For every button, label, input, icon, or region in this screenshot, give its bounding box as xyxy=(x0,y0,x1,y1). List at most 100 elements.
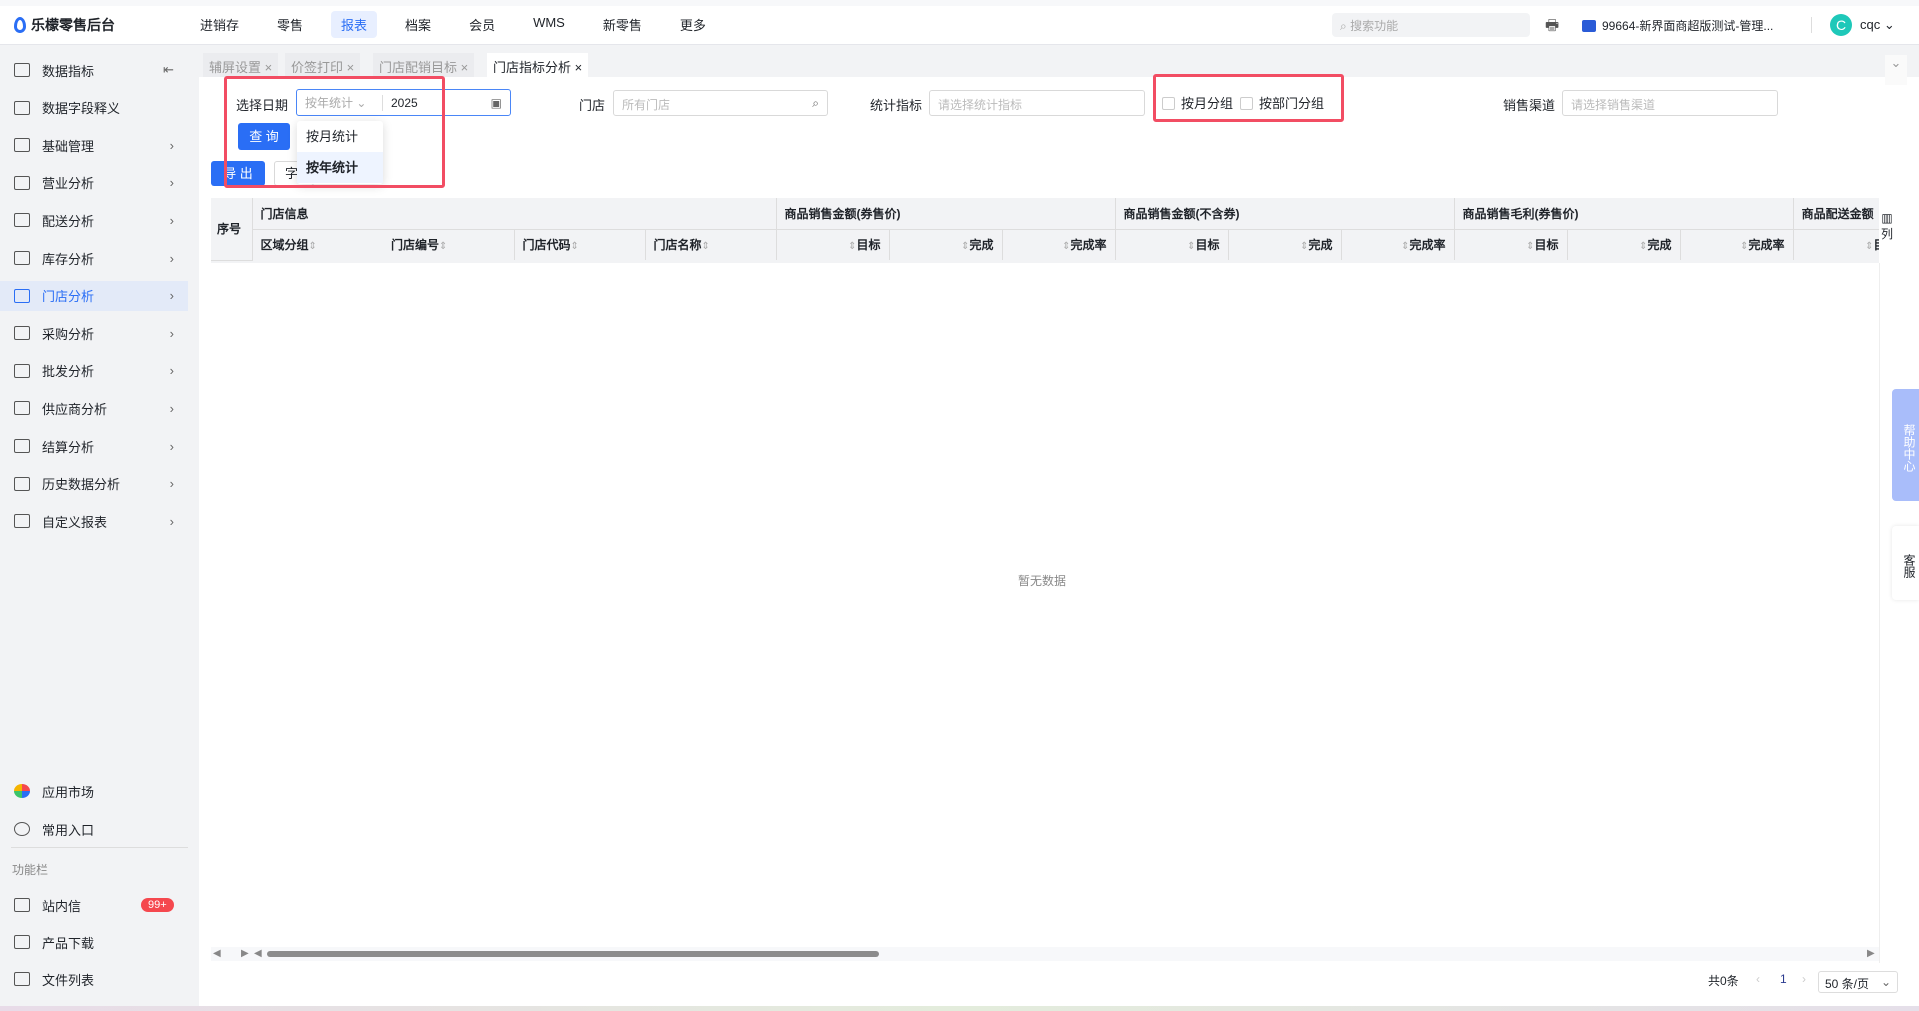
header-cell[interactable]: ⇕完成率 xyxy=(1340,229,1455,260)
calendar-icon[interactable]: ▣ xyxy=(491,96,502,110)
nav-item[interactable]: 档案 xyxy=(395,11,441,38)
sidebar-item[interactable]: 库存分析 › xyxy=(0,243,188,273)
sidebar-item[interactable]: 结算分析 › xyxy=(0,431,188,461)
sort-icon[interactable]: ⇕ xyxy=(1062,241,1070,252)
sort-icon[interactable]: ⇕ xyxy=(1526,241,1534,252)
header-cell[interactable]: ⇕完成 xyxy=(888,229,1003,260)
sidebar-item[interactable]: 数据字段释义 xyxy=(0,93,188,123)
close-icon[interactable]: × xyxy=(457,60,469,75)
org-switcher[interactable]: 99664-新界面商超版测试-管理... xyxy=(1582,17,1773,34)
nav-item[interactable]: 零售 xyxy=(267,11,313,38)
column-settings-button[interactable]: ▥ 列 xyxy=(1879,198,1895,263)
close-icon[interactable]: × xyxy=(571,60,583,75)
close-icon[interactable]: × xyxy=(261,60,273,75)
tab[interactable]: 价签打印 × xyxy=(285,53,361,77)
close-icon[interactable]: × xyxy=(343,60,355,75)
tab[interactable]: 门店配销目标 × xyxy=(373,53,475,77)
sort-icon[interactable]: ⇕ xyxy=(961,241,969,252)
header-cell[interactable]: ⇕目标 xyxy=(1453,229,1568,260)
header-cell[interactable]: 区域分组⇕ xyxy=(252,229,383,260)
chevron-right-icon: › xyxy=(169,250,174,266)
header-cell[interactable]: 门店编号⇕ xyxy=(383,229,514,260)
header-cell[interactable]: 门店代码⇕ xyxy=(513,229,645,260)
app-logo[interactable]: 乐檬零售后台 xyxy=(14,15,115,35)
sidebar-item[interactable]: 营业分析 › xyxy=(0,168,188,198)
menu-icon xyxy=(14,363,30,378)
scroll-right-icon[interactable]: ▶ xyxy=(1867,948,1875,959)
help-center-button[interactable]: 帮助中心 xyxy=(1892,389,1919,501)
metric-input[interactable]: 请选择统计指标 xyxy=(929,90,1145,116)
header-cell[interactable]: ⇕完成 xyxy=(1566,229,1681,260)
header-cell[interactable]: ⇕完成率 xyxy=(1001,229,1116,260)
tab[interactable]: 辅屏设置 × xyxy=(203,53,279,77)
sort-icon[interactable]: ⇕ xyxy=(1401,241,1409,252)
group-by-dept-checkbox[interactable]: 按部门分组 xyxy=(1240,93,1324,112)
collapse-icon[interactable]: ⇤ xyxy=(163,62,174,78)
nav-item[interactable]: 报表 xyxy=(331,11,378,38)
sidebar-item[interactable]: 数据指标 ⇤ xyxy=(0,55,188,85)
sidebar-item[interactable]: 应用市场 xyxy=(0,776,188,806)
tab[interactable]: 门店指标分析 × xyxy=(487,53,589,77)
sort-icon[interactable]: ⇕ xyxy=(1740,241,1748,252)
query-button[interactable]: 查 询 xyxy=(238,123,290,150)
sort-icon[interactable]: ⇕ xyxy=(1300,241,1308,252)
sidebar-item[interactable]: 基础管理 › xyxy=(0,130,188,160)
sidebar-item[interactable]: 历史数据分析 › xyxy=(0,469,188,499)
printer-icon[interactable]: 🖶 xyxy=(1545,15,1559,40)
page-number[interactable]: 1 xyxy=(1780,972,1787,986)
chevron-right-icon: › xyxy=(169,137,174,153)
sidebar-item[interactable]: 批发分析 › xyxy=(0,356,188,386)
header-cell[interactable]: 门店名称⇕ xyxy=(644,229,777,260)
nav-item[interactable]: 会员 xyxy=(459,11,505,38)
sidebar-item[interactable]: 门店分析 › xyxy=(0,280,188,311)
scrollbar-thumb[interactable] xyxy=(267,951,879,957)
avatar[interactable]: C xyxy=(1830,14,1852,36)
nav-item[interactable]: 更多 xyxy=(670,11,716,38)
header-cell[interactable]: ⇕完成 xyxy=(1227,229,1342,260)
header-cell[interactable]: ⇕目标 xyxy=(775,229,890,260)
sidebar-item[interactable]: 文件列表 xyxy=(0,964,188,994)
sidebar-item[interactable]: 采购分析 › xyxy=(0,318,188,348)
sort-icon[interactable]: ⇕ xyxy=(848,241,856,252)
sidebar-item[interactable]: 产品下载 xyxy=(0,927,188,957)
header-cell[interactable]: ⇕目标 xyxy=(1114,229,1229,260)
sidebar-item[interactable]: 常用入口 xyxy=(0,814,188,844)
tabs-more-button[interactable]: ⌄ xyxy=(1885,55,1907,85)
prev-page-button[interactable]: ‹ xyxy=(1756,972,1760,986)
nav-item[interactable]: 进销存 xyxy=(190,11,249,38)
option-month[interactable]: 按月统计 xyxy=(297,121,383,152)
customer-service-button[interactable]: 客服 xyxy=(1892,526,1919,600)
next-page-button[interactable]: › xyxy=(1802,972,1806,986)
header-cell[interactable]: ⇕完成率 xyxy=(1679,229,1794,260)
channel-input[interactable]: 请选择销售渠道 xyxy=(1562,90,1778,116)
scroll-left-icon[interactable]: ◀ xyxy=(254,948,262,959)
sidebar-item[interactable]: 自定义报表 › xyxy=(0,506,188,536)
scroll-left-icon[interactable]: ◀ xyxy=(213,948,221,959)
sort-icon[interactable]: ⇕ xyxy=(1187,241,1195,252)
group-by-month-checkbox[interactable]: 按月分组 xyxy=(1162,93,1233,112)
date-picker[interactable]: 按年统计 ⌄ 2025 ▣ xyxy=(296,89,511,116)
sidebar-item[interactable]: 供应商分析 › xyxy=(0,393,188,423)
horizontal-scrollbar[interactable]: ◀ ▶ ◀ ▶ xyxy=(211,947,1879,961)
header-group: 商品销售毛利(券售价) xyxy=(1453,198,1794,230)
page-size-select[interactable]: 50 条/页 ⌄ xyxy=(1818,971,1898,993)
user-menu[interactable]: cqc ⌄ xyxy=(1860,17,1895,33)
option-year[interactable]: 按年统计 xyxy=(297,152,383,183)
sort-icon[interactable]: ⇕ xyxy=(702,241,710,252)
year-value[interactable]: 2025 xyxy=(391,96,491,110)
sidebar-item[interactable]: 配送分析 › xyxy=(0,205,188,235)
function-search-input[interactable]: ⌕ 搜索功能 xyxy=(1332,13,1530,37)
sort-icon[interactable]: ⇕ xyxy=(439,241,447,252)
scroll-right-icon[interactable]: ▶ xyxy=(241,948,249,959)
header-cell[interactable]: ⇕目标 xyxy=(1792,229,1879,260)
export-button[interactable]: 导 出 xyxy=(211,161,265,186)
sidebar-item[interactable]: 站内信 99+ xyxy=(0,890,188,920)
store-input[interactable]: 所有门店 ⌕ xyxy=(613,90,828,116)
sort-icon[interactable]: ⇕ xyxy=(1865,241,1873,252)
sort-icon[interactable]: ⇕ xyxy=(571,241,579,252)
nav-item[interactable]: 新零售 xyxy=(593,11,652,38)
date-mode-select[interactable]: 按年统计 ⌄ xyxy=(297,94,382,111)
sort-icon[interactable]: ⇕ xyxy=(309,241,317,252)
sort-icon[interactable]: ⇕ xyxy=(1639,241,1647,252)
nav-item[interactable]: WMS xyxy=(523,11,575,38)
